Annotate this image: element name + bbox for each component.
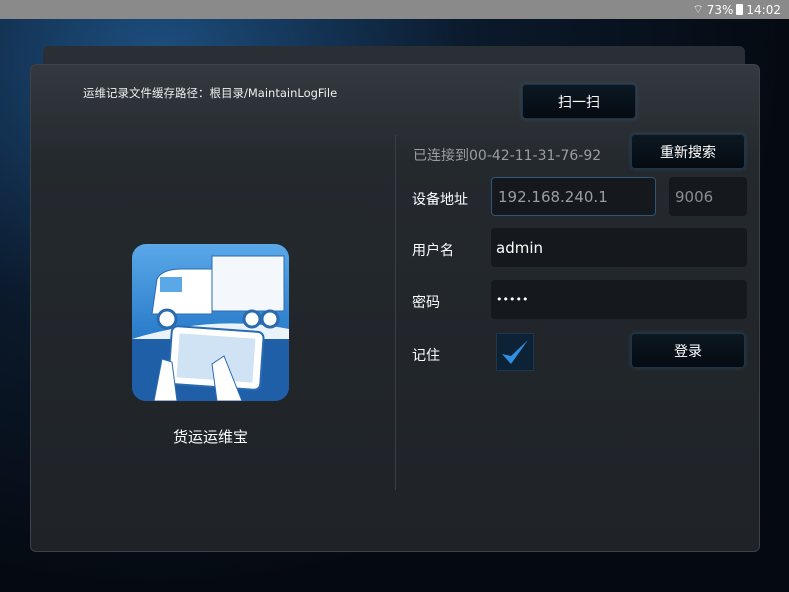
- login-button[interactable]: 登录: [631, 333, 745, 368]
- password-label: 密码: [412, 295, 440, 311]
- address-input[interactable]: 192.168.240.1: [491, 177, 656, 216]
- password-input[interactable]: •••••: [491, 280, 747, 319]
- clock: 14:02: [746, 2, 781, 17]
- app-name: 货运运维宝: [172, 428, 248, 446]
- research-button[interactable]: 重新搜索: [631, 134, 745, 169]
- wifi-icon: ⌔: [692, 2, 704, 16]
- log-path-label: 运维记录文件缓存路径：根目录/MaintainLogFile: [83, 86, 338, 100]
- remember-checkbox[interactable]: [496, 333, 534, 371]
- login-panel: 运维记录文件缓存路径：根目录/MaintainLogFile 货运运维宝 扫一扫…: [30, 64, 760, 552]
- connection-status: 已连接到00-42-11-31-76-92: [413, 148, 602, 164]
- checkmark-icon: [502, 340, 528, 364]
- scan-button[interactable]: 扫一扫: [522, 84, 636, 119]
- username-label: 用户名: [412, 243, 454, 259]
- port-input[interactable]: 9006: [669, 177, 747, 216]
- app-logo: [132, 244, 289, 401]
- status-bar: ⌔ 73% 14:02: [0, 0, 789, 19]
- address-label: 设备地址: [412, 192, 468, 208]
- remember-label: 记住: [412, 348, 440, 364]
- battery-percent: 73%: [706, 2, 734, 17]
- divider: [395, 135, 396, 490]
- username-input[interactable]: admin: [491, 228, 747, 267]
- battery-icon: [736, 4, 744, 15]
